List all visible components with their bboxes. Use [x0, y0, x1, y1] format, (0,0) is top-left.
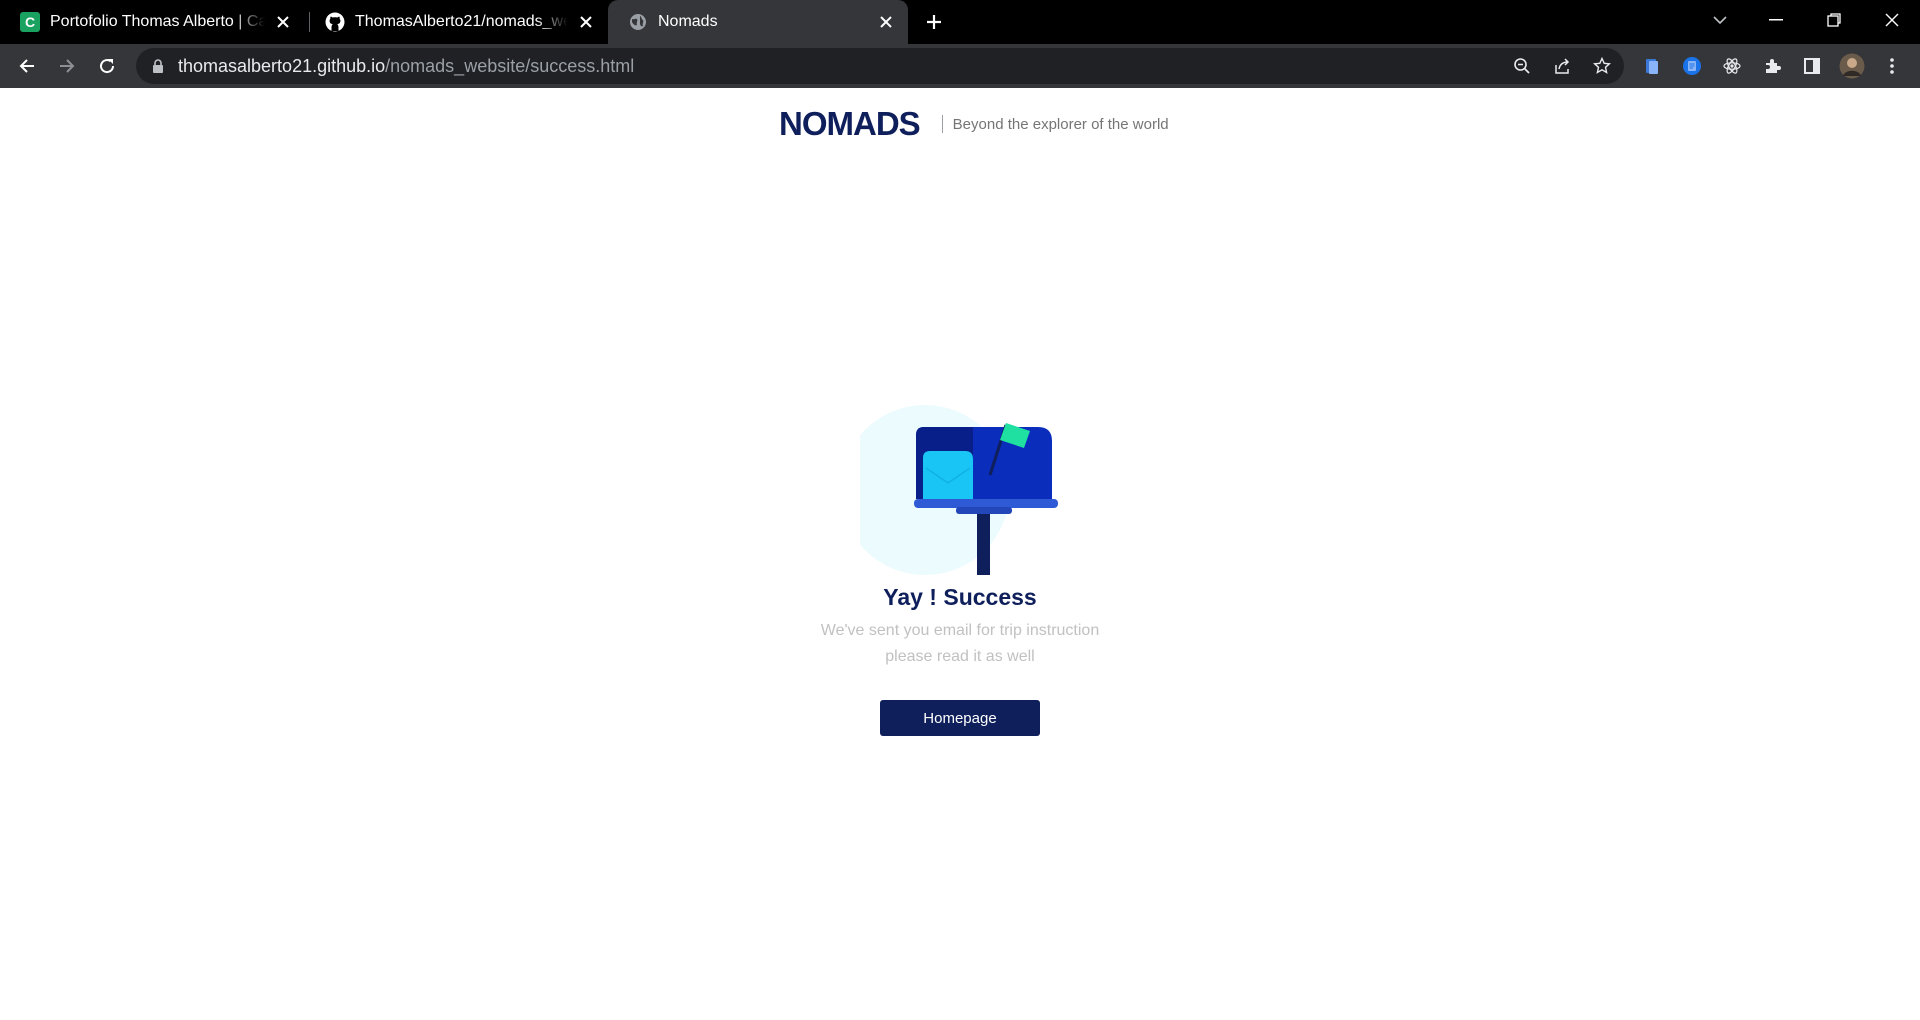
- homepage-button[interactable]: Homepage: [880, 700, 1040, 736]
- forward-icon[interactable]: [51, 50, 83, 82]
- back-icon[interactable]: [11, 50, 43, 82]
- mailbox-illustration: [860, 405, 1058, 575]
- bookmark-star-icon[interactable]: [1588, 52, 1616, 80]
- brand-header: NOMADS Beyond the explorer of the world: [779, 105, 1169, 143]
- side-panel-icon[interactable]: [1796, 50, 1828, 82]
- window-close-icon[interactable]: [1864, 0, 1920, 40]
- close-icon[interactable]: [876, 12, 896, 32]
- tab-title: Portofolio Thomas Alberto | Cake: [50, 13, 265, 30]
- svg-text:C: C: [25, 14, 35, 30]
- success-message-line-2: please read it as well: [885, 648, 1035, 665]
- menu-kebab-icon[interactable]: [1876, 50, 1908, 82]
- brand-tagline: Beyond the explorer of the world: [952, 115, 1169, 133]
- tab-title: ThomasAlberto21/nomads_website: [355, 13, 568, 30]
- envelope: [923, 451, 973, 499]
- tab-search-chevron-icon[interactable]: [1692, 0, 1748, 40]
- tab-portfolio[interactable]: C Portofolio Thomas Alberto | Cake: [0, 0, 305, 44]
- tab-nomads[interactable]: Nomads: [608, 0, 908, 44]
- tab-strip: C Portofolio Thomas Alberto | Cake Thoma…: [0, 0, 1920, 44]
- restore-icon[interactable]: [1806, 0, 1862, 40]
- nomads-logo[interactable]: NOMADS: [779, 105, 921, 143]
- c-green-favicon-icon: C: [20, 12, 40, 32]
- reload-icon[interactable]: [91, 50, 123, 82]
- close-icon[interactable]: [273, 12, 293, 32]
- new-tab-button[interactable]: [920, 8, 948, 36]
- extension-docs-icon[interactable]: [1636, 50, 1668, 82]
- react-devtools-icon[interactable]: [1716, 50, 1748, 82]
- lock-icon[interactable]: [150, 58, 166, 74]
- zoom-icon[interactable]: [1508, 52, 1536, 80]
- share-icon[interactable]: [1548, 52, 1576, 80]
- github-icon: [325, 12, 345, 32]
- mailbox-post: [977, 512, 990, 575]
- profile-avatar[interactable]: [1836, 50, 1868, 82]
- extension-blue-icon[interactable]: [1676, 50, 1708, 82]
- url-text[interactable]: thomasalberto21.github.io/nomads_website…: [178, 48, 634, 84]
- mailbox-bracket: [956, 507, 1012, 514]
- globe-icon: [628, 12, 648, 32]
- url-host: thomasalberto21.github.io: [178, 56, 386, 76]
- success-message-line-1: We've sent you email for trip instructio…: [820, 622, 1100, 639]
- brand-divider: [941, 115, 943, 133]
- address-bar[interactable]: thomasalberto21.github.io/nomads_website…: [136, 48, 1624, 84]
- tab-title: Nomads: [658, 13, 718, 30]
- close-icon[interactable]: [576, 12, 596, 32]
- mailbox-base: [914, 499, 1058, 508]
- tab-github[interactable]: ThomasAlberto21/nomads_website: [305, 0, 608, 44]
- minimize-icon[interactable]: [1748, 0, 1804, 40]
- extensions-puzzle-icon[interactable]: [1756, 50, 1788, 82]
- browser-toolbar: thomasalberto21.github.io/nomads_website…: [0, 44, 1920, 88]
- url-path: /nomads_website/success.html: [385, 56, 635, 76]
- success-title: Yay ! Success: [883, 584, 1037, 610]
- page-content: NOMADS Beyond the explorer of the world …: [0, 88, 1920, 1020]
